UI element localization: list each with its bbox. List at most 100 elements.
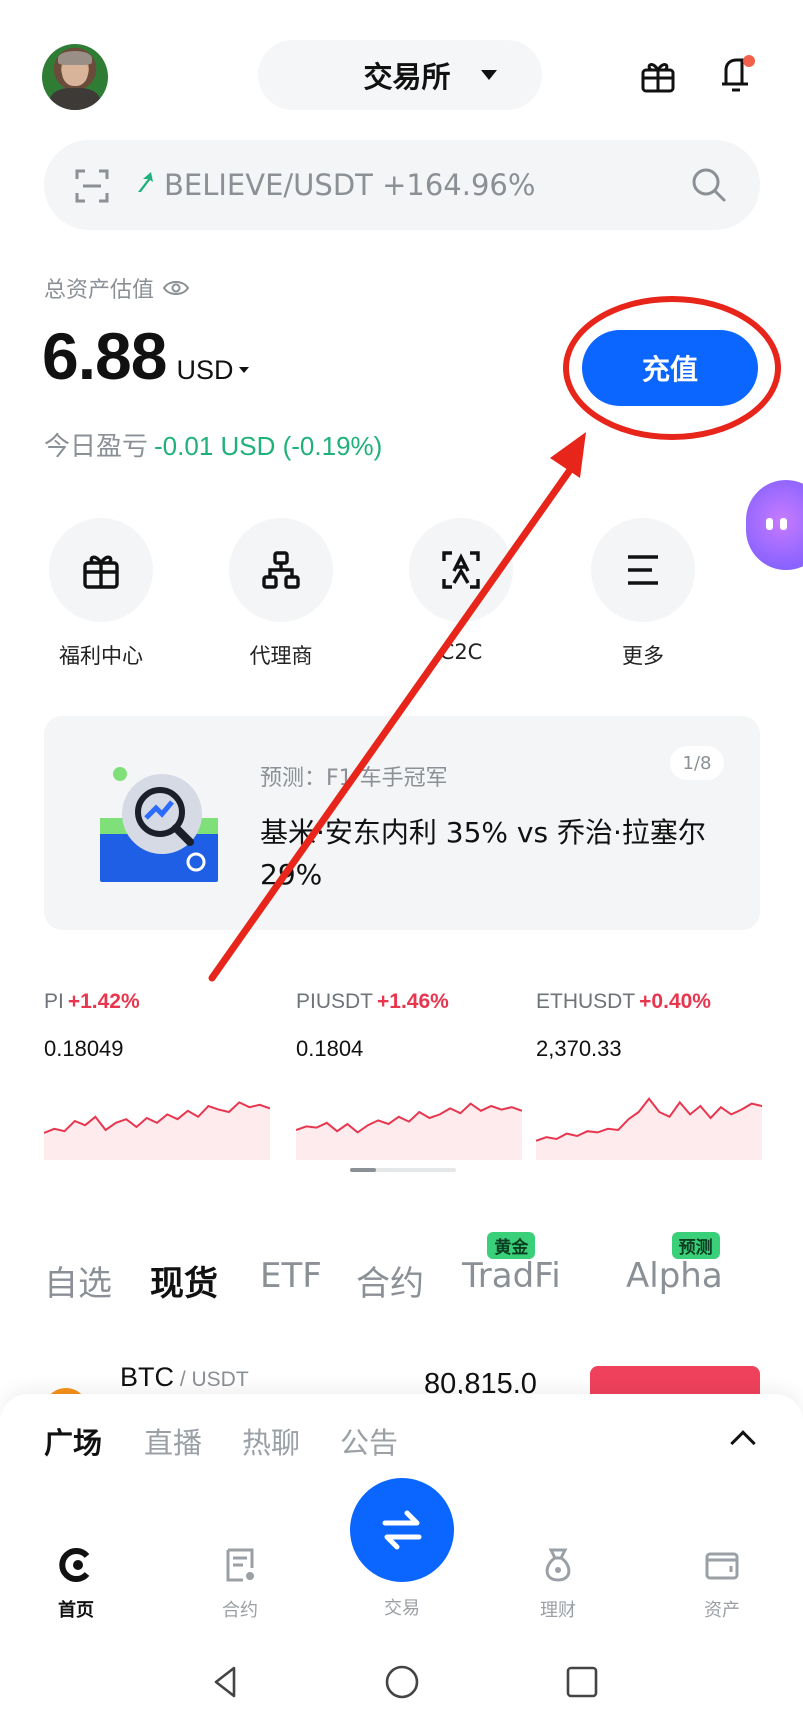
nav-label: 资产 [704, 1600, 740, 1621]
sparkline-area [536, 1098, 762, 1160]
nav-futures[interactable]: 合约 [190, 1546, 290, 1622]
tab-futures[interactable]: 合约 [356, 1256, 424, 1305]
system-back-icon[interactable] [206, 1662, 246, 1702]
exchange-switch[interactable]: 交易所 [258, 40, 542, 110]
futures-icon [226, 1548, 254, 1582]
quick-action-label: 更多 [622, 644, 664, 668]
scan-icon[interactable] [74, 168, 110, 204]
wallet-icon [705, 1552, 739, 1580]
ticker-change: +0.40% [639, 990, 711, 1013]
chevron-down-icon [480, 70, 497, 80]
nav-label: 交易 [384, 1598, 420, 1619]
tab-badge: 黄金 [487, 1232, 536, 1259]
eye-icon[interactable] [162, 279, 190, 297]
ticker-symbol: PI [44, 990, 64, 1013]
nav-trade-button[interactable] [350, 1478, 454, 1582]
tab-label: 现货 [150, 1264, 218, 1304]
ticker-price: 0.18049 [44, 1036, 124, 1061]
banner-title: 基米·安东内利 35% vs 乔治·拉塞尔 29% [260, 816, 706, 891]
ticker-sparkline [536, 1097, 762, 1160]
ticker-sparkline [296, 1102, 522, 1160]
ticker-card[interactable]: PIUSDT +1.46% 0.1804 [296, 990, 522, 1160]
ticker-price: 2,370.33 [536, 1036, 622, 1061]
ticker-pager [350, 1168, 456, 1172]
pair-symbol: BTC / USDT [120, 1362, 249, 1393]
bottom-sheet: 广场 直播 热聊 公告 首页 合约 交易 理财 资产 [0, 1394, 803, 1725]
tab-label: Alpha [626, 1256, 723, 1296]
tab-badge: 预测 [671, 1232, 720, 1259]
system-recents-icon[interactable] [562, 1662, 602, 1702]
user-avatar[interactable] [42, 44, 108, 110]
notification-bell-icon[interactable] [718, 54, 758, 96]
ticker-price: 0.1804 [296, 1036, 364, 1061]
earn-icon [545, 1548, 571, 1582]
asset-currency-selector[interactable]: USD [176, 355, 233, 386]
tab-watchlist[interactable]: 自选 [44, 1256, 112, 1305]
banner-page-indicator: 1/8 [670, 746, 724, 780]
nav-home[interactable]: 首页 [26, 1546, 126, 1622]
ticker-symbol: ETHUSDT [536, 990, 636, 1013]
ticker-card[interactable]: ETHUSDT +0.40% 2,370.33 [536, 990, 762, 1160]
tab-announcements[interactable]: 公告 [340, 1420, 398, 1462]
chevron-up-icon[interactable] [730, 1430, 756, 1456]
tab-tradfi[interactable]: TradFi 黄金 [462, 1232, 561, 1296]
pnl-value: -0.01 USD (-0.19%) [154, 431, 383, 461]
quick-action-label: 福利中心 [59, 644, 143, 668]
sparkline-area [296, 1103, 522, 1160]
annotation-circle [563, 296, 781, 440]
ticker-change: +1.46% [377, 990, 449, 1013]
caret-down-icon[interactable] [239, 367, 250, 373]
trending-up-icon [138, 172, 153, 192]
menu-icon [628, 555, 658, 585]
search-icon[interactable] [690, 166, 728, 204]
ticker-symbol: PIUSDT [296, 990, 374, 1013]
tab-hot-chat[interactable]: 热聊 [242, 1420, 300, 1462]
quick-action-more[interactable]: 更多 [588, 518, 698, 670]
tab-label: TradFi [462, 1256, 561, 1296]
search-bar[interactable]: BELIEVE/USDT +164.96% [44, 140, 760, 230]
prediction-illustration-icon [100, 767, 218, 882]
banner-subtitle: 预测：F1 车手冠军 [260, 766, 448, 791]
ticker-card[interactable]: PI +1.42% 0.18049 [44, 990, 270, 1160]
ticker-change: +1.42% [67, 990, 140, 1013]
nav-label: 合约 [222, 1600, 258, 1621]
tab-label: 自选 [44, 1264, 112, 1304]
tab-live[interactable]: 直播 [144, 1420, 202, 1462]
total-assets-value: 6.88 USD [42, 318, 250, 394]
nav-earn[interactable]: 理财 [508, 1546, 608, 1622]
pnl-label: 今日盈亏 [44, 432, 149, 462]
nav-label: 理财 [540, 1600, 576, 1621]
tab-etf[interactable]: ETF [260, 1256, 322, 1296]
tab-label: 合约 [356, 1264, 424, 1304]
tab-square[interactable]: 广场 [44, 1420, 102, 1462]
daily-pnl: 今日盈亏 -0.01 USD (-0.19%) [44, 426, 382, 463]
gift-icon [83, 555, 119, 589]
quick-action-c2c[interactable]: C2C [406, 518, 516, 664]
gift-icon[interactable] [640, 58, 676, 94]
trade-swap-icon [382, 1510, 422, 1550]
home-icon [59, 1548, 90, 1582]
total-assets-label: 总资产估值 [44, 272, 190, 304]
search-trending-text: BELIEVE/USDT +164.96% [164, 168, 536, 202]
exchange-label: 交易所 [363, 60, 451, 94]
tab-label: ETF [260, 1256, 322, 1296]
nav-assets[interactable]: 资产 [672, 1546, 772, 1622]
nav-label: 首页 [58, 1600, 94, 1621]
prediction-banner[interactable]: 预测：F1 车手冠军 基米·安东内利 35% vs 乔治·拉塞尔 29% 1/8 [44, 716, 760, 930]
system-home-icon[interactable] [382, 1662, 422, 1702]
quick-action-agent[interactable]: 代理商 [226, 518, 336, 670]
pair-base: BTC [120, 1362, 174, 1392]
agent-network-icon [262, 551, 300, 589]
ticker-sparkline [44, 1101, 270, 1160]
chat-assistant-icon[interactable] [746, 480, 803, 570]
sparkline-area [44, 1102, 270, 1160]
quick-action-label: C2C [439, 640, 483, 664]
quick-action-label: 代理商 [249, 644, 313, 668]
c2c-icon [442, 551, 480, 589]
market-tabs: 自选 现货 ETF 合约 TradFi 黄金 Alpha 预测 [44, 1232, 760, 1306]
total-assets-label-text: 总资产估值 [44, 278, 155, 303]
tab-spot[interactable]: 现货 [150, 1256, 218, 1305]
quick-action-rewards[interactable]: 福利中心 [46, 518, 156, 670]
asset-amount: 6.88 [42, 319, 167, 393]
tab-alpha[interactable]: Alpha 预测 [626, 1232, 723, 1296]
